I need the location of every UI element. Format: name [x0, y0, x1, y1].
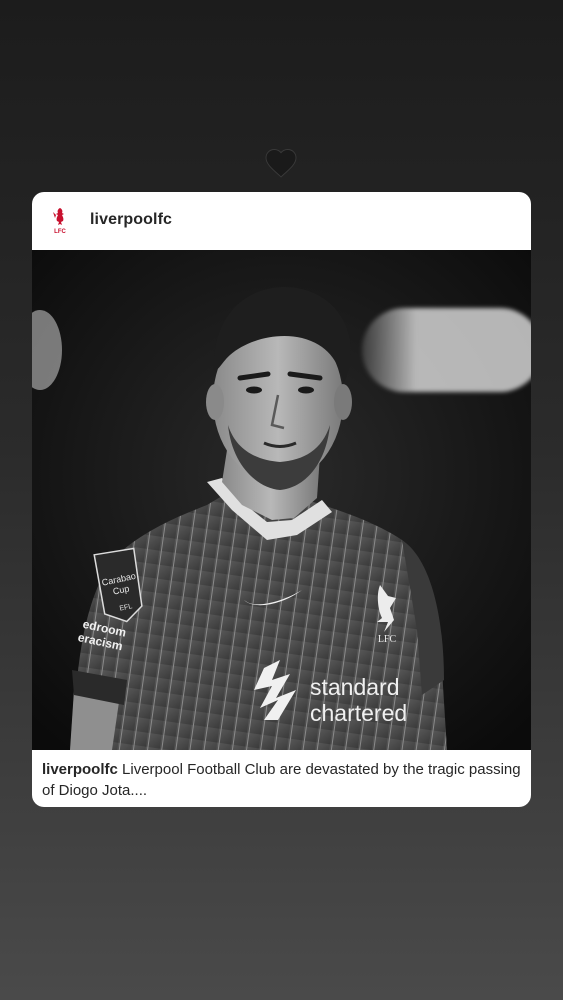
caption-username[interactable]: liverpoolfc	[42, 761, 118, 778]
lfc-crest-icon[interactable]: LFC	[48, 206, 72, 236]
jersey-crest-text: LFC	[378, 634, 397, 645]
post-caption: liverpoolfc Liverpool Football Club are …	[42, 759, 522, 801]
svg-text:LFC: LFC	[54, 229, 66, 235]
post-photo[interactable]: LFC standard chartered Carabao Cup EFL e…	[32, 250, 531, 750]
shared-post-card[interactable]: LFC liverpoolfc LFC standard chartered C…	[32, 192, 531, 807]
post-header: LFC liverpoolfc	[32, 192, 531, 250]
post-username[interactable]: liverpoolfc	[90, 211, 172, 229]
black-heart-icon[interactable]	[263, 145, 299, 181]
player-photo: LFC standard chartered Carabao Cup EFL e…	[32, 250, 531, 750]
jersey-sponsor-line1: standard	[310, 674, 400, 700]
jersey-sponsor-line2: chartered	[310, 700, 407, 726]
